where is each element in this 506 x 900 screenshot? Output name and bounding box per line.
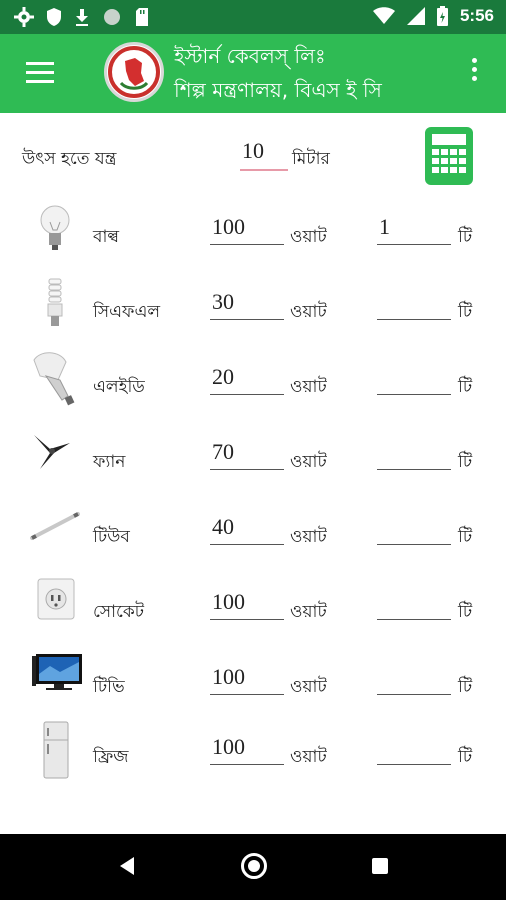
app-subtitle: শিল্প মন্ত্রণালয়, বিএস ই সি xyxy=(174,78,382,102)
appliance-row-fan: ফ্যান ওয়াট টি xyxy=(0,425,506,499)
watt-input[interactable] xyxy=(210,210,284,245)
appliance-name: ফ্যান xyxy=(93,452,126,472)
calculate-button[interactable] xyxy=(425,127,473,185)
watt-input[interactable] xyxy=(210,510,284,545)
circle-status-icon xyxy=(104,9,120,25)
signal-icon xyxy=(406,7,425,25)
watt-unit: ওয়াট xyxy=(290,377,327,397)
tv-icon xyxy=(32,654,82,690)
navigation-bar xyxy=(0,834,506,900)
watt-unit: ওয়াট xyxy=(290,602,327,622)
appliance-name: এলইডি xyxy=(93,377,145,397)
watt-unit: ওয়াট xyxy=(290,227,327,247)
government-logo xyxy=(104,42,164,102)
watt-input[interactable] xyxy=(210,435,284,470)
watt-input[interactable] xyxy=(210,585,284,620)
bulb-icon xyxy=(40,205,70,250)
socket-icon xyxy=(37,578,75,620)
quantity-unit: টি xyxy=(458,747,473,767)
status-time: 5:56 xyxy=(459,6,494,25)
tube-light-icon xyxy=(30,512,80,540)
back-icon[interactable] xyxy=(118,856,136,876)
more-options-icon[interactable] xyxy=(472,58,480,88)
watt-unit: ওয়াট xyxy=(290,452,327,472)
quantity-input[interactable] xyxy=(377,435,451,470)
appliance-name: টিভি xyxy=(93,677,125,697)
wifi-icon xyxy=(372,7,395,24)
quantity-input[interactable] xyxy=(377,730,451,765)
app-bar: ইস্টার্ন কেবলস্ লিঃ শিল্প মন্ত্রণালয়, ব… xyxy=(0,34,506,113)
quantity-input[interactable] xyxy=(377,660,451,695)
appliance-name: টিউব xyxy=(93,527,130,547)
appliance-row-fridge: ফ্রিজ ওয়াট টি xyxy=(0,720,506,794)
quantity-unit: টি xyxy=(458,302,473,322)
quantity-unit: টি xyxy=(458,677,473,697)
distance-input[interactable] xyxy=(240,133,288,171)
watt-unit: ওয়াট xyxy=(290,747,327,767)
quantity-input[interactable] xyxy=(377,360,451,395)
appliance-row-tube: টিউব ওয়াট টি xyxy=(0,500,506,574)
quantity-unit: টি xyxy=(458,602,473,622)
watt-input[interactable] xyxy=(210,285,284,320)
quantity-input[interactable] xyxy=(377,285,451,320)
appliance-name: ফ্রিজ xyxy=(93,747,129,767)
cfl-bulb-icon xyxy=(47,278,63,326)
menu-icon[interactable] xyxy=(26,62,54,84)
quantity-unit: টি xyxy=(458,377,473,397)
distance-label: উৎস হতে যন্ত্র xyxy=(22,149,117,169)
watt-input[interactable] xyxy=(210,730,284,765)
quantity-unit: টি xyxy=(458,452,473,472)
appliance-row-bulb: বাল্ব ওয়াট টি xyxy=(0,200,506,274)
quantity-input[interactable] xyxy=(377,210,451,245)
calculator-icon xyxy=(432,134,466,173)
fridge-icon xyxy=(43,721,69,779)
settings-icon xyxy=(14,7,34,27)
quantity-unit: টি xyxy=(458,227,473,247)
appliance-name: সোকেট xyxy=(93,602,145,622)
sd-card-icon xyxy=(136,8,148,26)
quantity-input[interactable] xyxy=(377,510,451,545)
home-icon[interactable] xyxy=(241,853,267,879)
appliance-row-cfl: সিএফএল ওয়াট টি xyxy=(0,275,506,349)
status-bar: 5:56 xyxy=(0,0,506,34)
appliance-row-tv: টিভি ওয়াট টি xyxy=(0,650,506,724)
appliance-name: বাল্ব xyxy=(93,227,120,247)
quantity-unit: টি xyxy=(458,527,473,547)
shield-icon xyxy=(47,8,61,26)
battery-icon xyxy=(436,6,448,26)
download-icon xyxy=(76,9,88,26)
quantity-input[interactable] xyxy=(377,585,451,620)
appliance-row-led: এলইডি ওয়াট টি xyxy=(0,350,506,424)
watt-unit: ওয়াট xyxy=(290,677,327,697)
watt-unit: ওয়াট xyxy=(290,302,327,322)
fan-icon xyxy=(34,435,70,469)
watt-input[interactable] xyxy=(210,360,284,395)
led-bulb-icon xyxy=(33,352,75,406)
appliance-name: সিএফএল xyxy=(93,302,161,322)
app-title: ইস্টার্ন কেবলস্ লিঃ xyxy=(174,44,326,68)
recent-apps-icon[interactable] xyxy=(372,858,388,874)
watt-unit: ওয়াট xyxy=(290,527,327,547)
distance-unit: মিটার xyxy=(292,149,330,169)
watt-input[interactable] xyxy=(210,660,284,695)
appliance-row-socket: সোকেট ওয়াট টি xyxy=(0,575,506,649)
